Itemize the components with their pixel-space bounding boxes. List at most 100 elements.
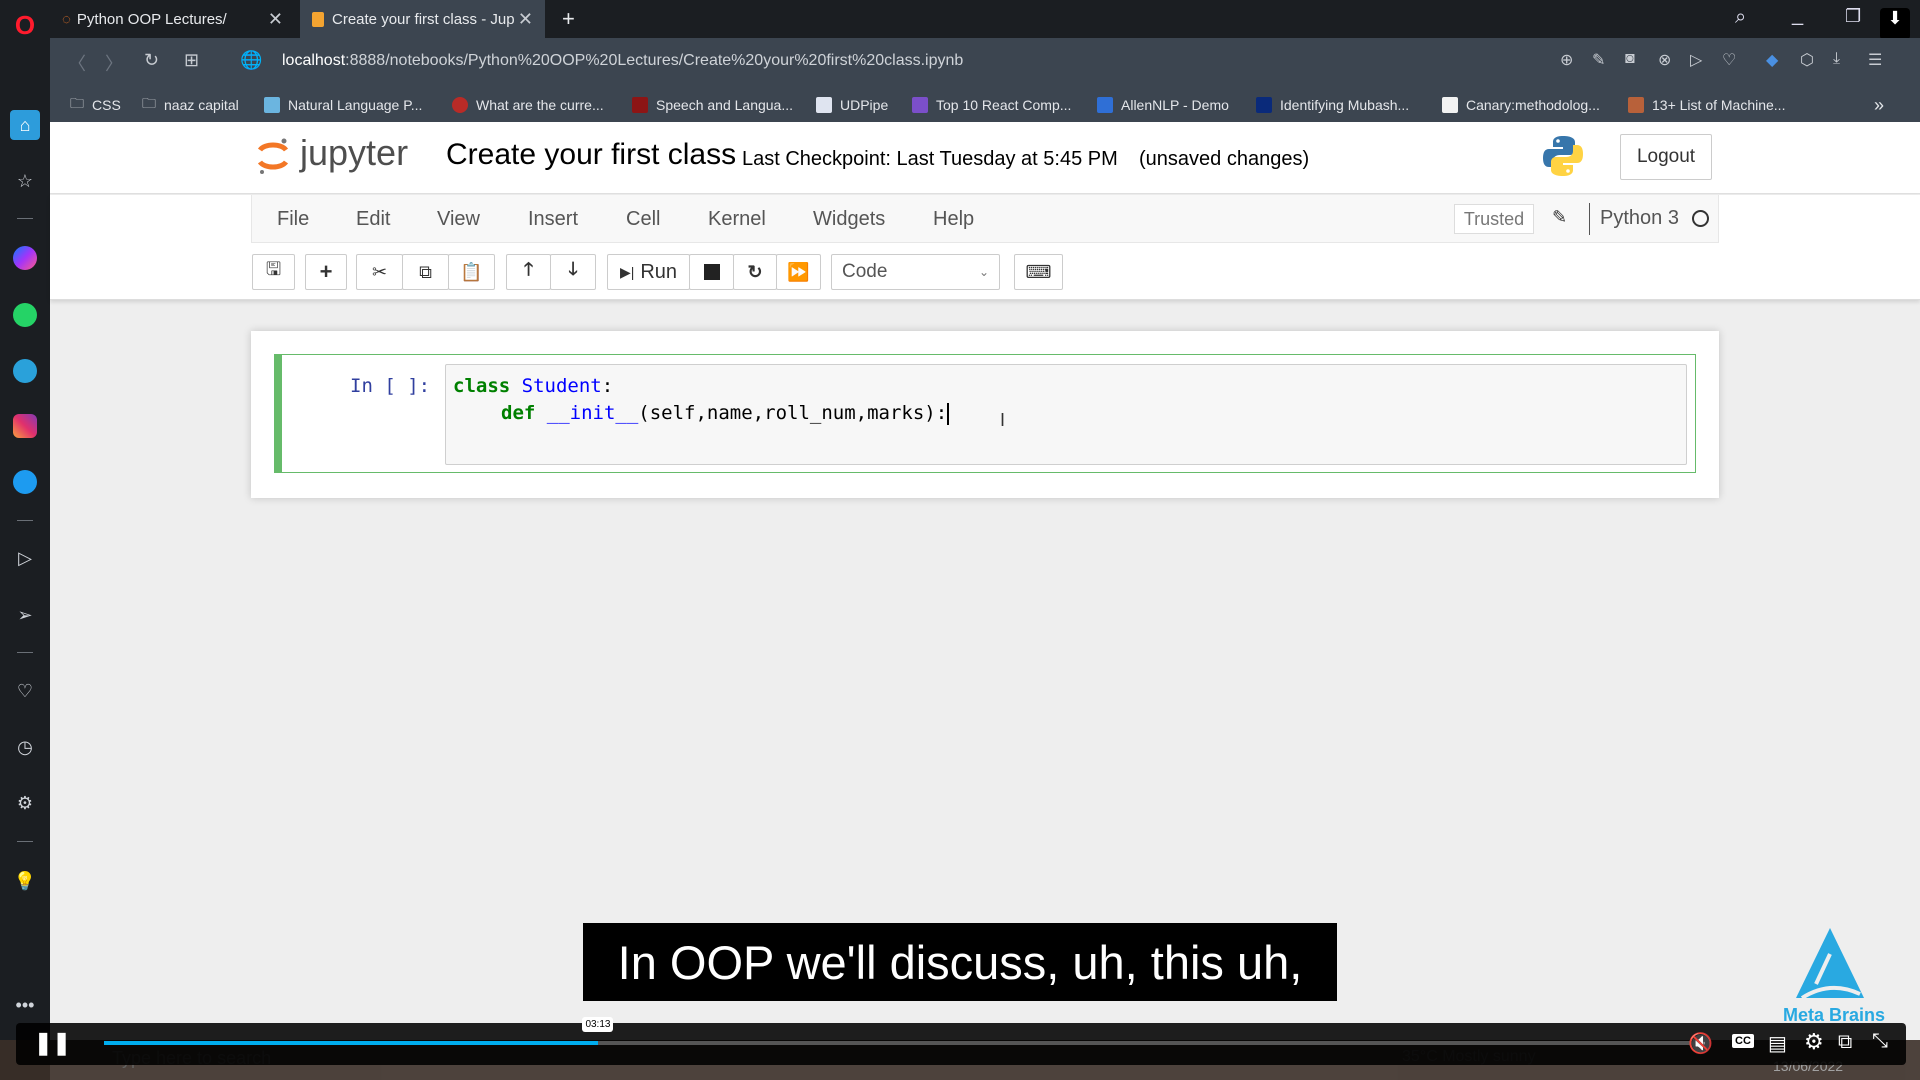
- download-arrow-icon[interactable]: ⬇: [1880, 8, 1910, 40]
- restart-run-all-button[interactable]: ⏩: [776, 254, 821, 290]
- adblock-icon[interactable]: ⊗: [1658, 50, 1671, 70]
- jupyter-logo-text[interactable]: jupyter: [300, 132, 408, 174]
- close-icon[interactable]: ✕: [268, 9, 283, 30]
- bookmark-label: What are the curre...: [476, 97, 604, 113]
- twitter-icon[interactable]: [13, 470, 37, 494]
- command-palette-button[interactable]: ⌨: [1014, 254, 1063, 290]
- star-icon[interactable]: ☆: [10, 166, 40, 196]
- progress-track[interactable]: [104, 1041, 1699, 1045]
- paste-button[interactable]: 📋: [448, 254, 495, 290]
- restart-button[interactable]: ↻: [733, 254, 777, 290]
- cube-icon[interactable]: ⬡: [1800, 50, 1814, 70]
- bookmark-ieee[interactable]: Identifying Mubash...: [1256, 95, 1409, 115]
- video-caption: In OOP we'll discuss, uh, this uh,: [583, 923, 1337, 1001]
- insert-cell-button[interactable]: +: [305, 254, 347, 290]
- bookmark-css[interactable]: 🗀 CSS: [70, 95, 121, 115]
- transcript-icon[interactable]: ▤: [1768, 1031, 1787, 1056]
- menu-edit[interactable]: Edit: [356, 208, 390, 231]
- send-icon[interactable]: ▷: [1690, 50, 1702, 70]
- player-icon[interactable]: ▷: [10, 543, 40, 573]
- settings-gear-icon[interactable]: ⚙: [1804, 1029, 1824, 1055]
- instagram-icon[interactable]: [13, 414, 37, 438]
- history-icon[interactable]: ◷: [10, 732, 40, 762]
- code-editor[interactable]: class Student: def __init__(self,name,ro…: [445, 364, 1687, 465]
- bookmark-natural-language[interactable]: Natural Language P...: [264, 95, 422, 115]
- more-bookmarks-button[interactable]: »: [1874, 95, 1884, 115]
- bookmark-machine-learning[interactable]: 13+ List of Machine...: [1628, 95, 1785, 115]
- site-icon: [1628, 97, 1644, 113]
- bookmark-allennlp[interactable]: AllenNLP - Demo: [1097, 95, 1229, 115]
- run-button[interactable]: ▶| Run: [607, 254, 690, 290]
- heart-icon[interactable]: ♡: [1722, 50, 1736, 70]
- site-icon: [264, 97, 280, 113]
- kernel-name[interactable]: Python 3: [1600, 207, 1679, 230]
- forward-icon[interactable]: 〉: [105, 50, 123, 76]
- menu-cell[interactable]: Cell: [626, 208, 660, 231]
- easy-setup-icon[interactable]: ☰: [1868, 50, 1882, 70]
- camera-icon[interactable]: ◙: [1625, 50, 1635, 68]
- restore-icon[interactable]: ❐: [1845, 6, 1861, 27]
- move-down-button[interactable]: 🡓: [550, 254, 596, 290]
- menu-insert[interactable]: Insert: [528, 208, 578, 231]
- url-field[interactable]: localhost:8888/notebooks/Python%20OOP%20…: [282, 52, 963, 70]
- tab-python-oop-lectures[interactable]: ◌ Python OOP Lectures/ ✕: [50, 0, 295, 38]
- mute-icon[interactable]: 🔇: [1688, 1031, 1713, 1056]
- bookmark-udpipe[interactable]: UDPipe: [816, 95, 888, 115]
- settings-icon[interactable]: ⚙: [10, 788, 40, 818]
- sidebar-separator: [17, 218, 33, 219]
- logout-button[interactable]: Logout: [1620, 134, 1712, 180]
- minimize-icon[interactable]: _: [1792, 4, 1803, 27]
- tab-create-your-first-class[interactable]: Create your first class - Jup ✕: [300, 0, 545, 38]
- bookmark-quora[interactable]: What are the curre...: [452, 95, 604, 115]
- search-tabs-icon[interactable]: ⌕: [1735, 6, 1746, 29]
- move-up-button[interactable]: 🡑: [506, 254, 551, 290]
- menu-view[interactable]: View: [437, 208, 480, 231]
- copy-button[interactable]: ⧉: [402, 254, 449, 290]
- keyword: class: [453, 375, 511, 397]
- lightbulb-icon[interactable]: 💡: [10, 866, 40, 896]
- cut-button[interactable]: ✂: [356, 254, 403, 290]
- rocket-icon: [912, 97, 928, 113]
- menu-help[interactable]: Help: [933, 208, 974, 231]
- exit-fullscreen-icon[interactable]: ⤡: [1872, 1030, 1888, 1053]
- menu-file[interactable]: File: [277, 208, 309, 231]
- new-tab-button[interactable]: +: [550, 0, 575, 38]
- download-icon[interactable]: ⤓: [1833, 50, 1840, 68]
- bookmark-canary[interactable]: Canary:methodolog...: [1442, 95, 1600, 115]
- trusted-indicator[interactable]: Trusted: [1454, 204, 1534, 234]
- chevron-down-icon: ⌄: [978, 265, 989, 279]
- pause-icon[interactable]: ❚❚: [34, 1030, 71, 1058]
- bookmark-speech-language[interactable]: Speech and Langua...: [632, 95, 793, 115]
- back-icon[interactable]: 〈: [68, 50, 86, 76]
- snapshot-edit-icon[interactable]: ✎: [1592, 50, 1605, 70]
- zoom-icon[interactable]: ⊕: [1560, 50, 1573, 70]
- cell-type-select[interactable]: Code ⌄: [831, 254, 1000, 290]
- close-icon[interactable]: ✕: [518, 9, 533, 30]
- menu-widgets[interactable]: Widgets: [813, 208, 885, 231]
- interrupt-button[interactable]: [689, 254, 734, 290]
- tabs-grid-icon[interactable]: ⊞: [184, 50, 199, 71]
- bookmark-react[interactable]: Top 10 React Comp...: [912, 95, 1071, 115]
- site-icon: [816, 97, 832, 113]
- heart-icon[interactable]: ♡: [10, 676, 40, 706]
- save-button[interactable]: 🖫: [252, 254, 295, 290]
- url-host: localhost: [282, 52, 346, 69]
- send-icon[interactable]: ➢: [10, 600, 40, 630]
- separator: [1589, 203, 1590, 235]
- messenger-icon[interactable]: [13, 246, 37, 270]
- extension-icon[interactable]: ◆: [1766, 50, 1778, 70]
- more-icon[interactable]: •••: [10, 990, 40, 1020]
- telegram-icon[interactable]: [13, 359, 37, 383]
- notebook-title[interactable]: Create your first class: [446, 138, 736, 172]
- bookmark-label: Natural Language P...: [288, 97, 423, 113]
- home-icon[interactable]: ⌂: [10, 110, 40, 140]
- reload-icon[interactable]: ↻: [144, 50, 159, 71]
- picture-in-picture-icon[interactable]: ⧉: [1838, 1031, 1852, 1054]
- cc-icon[interactable]: CC: [1732, 1034, 1754, 1048]
- whatsapp-icon[interactable]: [13, 303, 37, 327]
- url-path: :8888/notebooks/Python%20OOP%20Lectures/…: [345, 52, 964, 69]
- menu-kernel[interactable]: Kernel: [708, 208, 766, 231]
- opera-logo-icon[interactable]: O: [10, 10, 40, 40]
- jupyter-logo-icon[interactable]: [256, 136, 290, 176]
- bookmark-naaz-capital[interactable]: 🗀 naaz capital: [142, 95, 239, 115]
